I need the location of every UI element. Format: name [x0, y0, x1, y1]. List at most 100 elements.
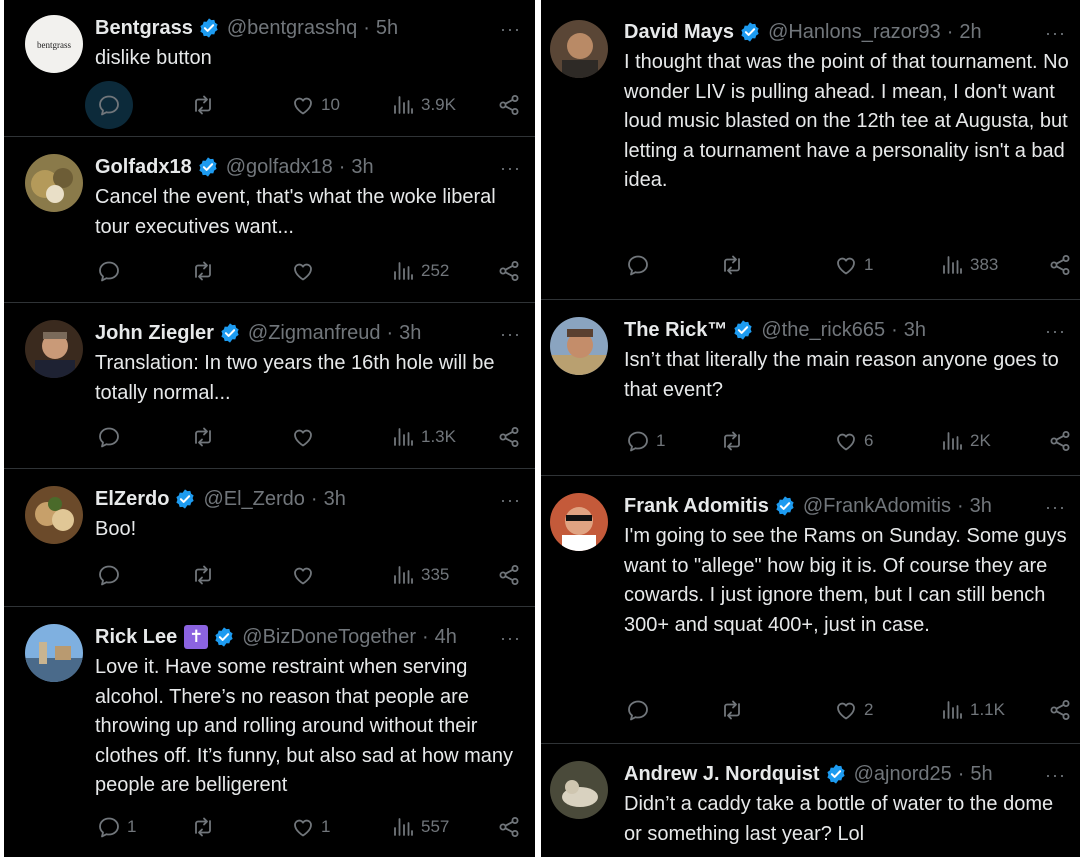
retweet-button[interactable]: [191, 251, 221, 291]
avatar[interactable]: [550, 493, 608, 551]
like-button[interactable]: [291, 417, 321, 457]
reply-button[interactable]: 1: [97, 807, 136, 847]
separator: ·: [946, 21, 954, 43]
reply-button[interactable]: [626, 690, 656, 730]
timestamp[interactable]: 3h: [904, 315, 926, 345]
reply-button[interactable]: 1: [626, 421, 665, 461]
timestamp[interactable]: 4h: [435, 622, 457, 652]
tweet[interactable]: Frank Adomitis @FrankAdomitis · 3h ··· I…: [541, 476, 1080, 744]
avatar[interactable]: [25, 624, 83, 682]
timestamp[interactable]: 3h: [399, 318, 421, 348]
author-name[interactable]: John Ziegler: [95, 318, 214, 348]
share-button[interactable]: [497, 85, 521, 125]
author-handle[interactable]: @bentgrasshq: [227, 13, 357, 43]
author-handle[interactable]: @Zigmanfreud: [248, 318, 381, 348]
author-handle[interactable]: @BizDoneTogether: [242, 622, 416, 652]
avatar[interactable]: [25, 154, 83, 212]
retweet-button[interactable]: [191, 555, 221, 595]
timestamp[interactable]: 5h: [376, 13, 398, 43]
tweet[interactable]: bentgrass Bentgrass @bentgrasshq · 5h ··…: [4, 0, 535, 137]
like-count: 10: [321, 95, 340, 114]
views-button[interactable]: 557: [391, 807, 449, 847]
author-name[interactable]: Rick Lee: [95, 622, 177, 652]
like-button[interactable]: 6: [834, 421, 873, 461]
more-icon[interactable]: ···: [1045, 497, 1066, 518]
timestamp[interactable]: 2h: [959, 17, 981, 47]
action-bar: 1 6 2K: [624, 421, 1072, 461]
share-button[interactable]: [1048, 421, 1072, 461]
like-button[interactable]: 10: [291, 85, 340, 125]
more-icon[interactable]: ···: [500, 628, 521, 649]
like-button[interactable]: 2: [834, 690, 873, 730]
avatar[interactable]: [550, 317, 608, 375]
reply-icon: [97, 563, 121, 587]
tweet[interactable]: ElZerdo @El_Zerdo · 3h ··· Boo! 335: [4, 469, 535, 607]
retweet-button[interactable]: [191, 417, 221, 457]
retweet-button[interactable]: [191, 807, 221, 847]
views-button[interactable]: 1.1K: [940, 690, 1005, 730]
like-button[interactable]: 1: [834, 245, 873, 285]
share-button[interactable]: [497, 417, 521, 457]
avatar[interactable]: bentgrass: [25, 15, 83, 73]
timestamp[interactable]: 3h: [324, 484, 346, 514]
tweet[interactable]: Golfadx18 @golfadx18 · 3h ··· Cancel the…: [4, 137, 535, 303]
views-button[interactable]: 1.3K: [391, 417, 456, 457]
avatar[interactable]: [25, 320, 83, 378]
author-name[interactable]: Bentgrass: [95, 13, 193, 43]
tweet[interactable]: Rick Lee ✝ @BizDoneTogether · 4h ··· Lov…: [4, 607, 535, 857]
views-button[interactable]: 252: [391, 251, 449, 291]
views-button[interactable]: 335: [391, 555, 449, 595]
author-handle[interactable]: @El_Zerdo: [203, 484, 304, 514]
views-button[interactable]: 3.9K: [391, 85, 456, 125]
like-button[interactable]: 1: [291, 807, 330, 847]
more-icon[interactable]: ···: [500, 19, 521, 40]
author-handle[interactable]: @ajnord25: [854, 759, 952, 789]
avatar[interactable]: [550, 20, 608, 78]
more-icon[interactable]: ···: [500, 324, 521, 345]
author-name[interactable]: ElZerdo: [95, 484, 169, 514]
avatar[interactable]: [25, 486, 83, 544]
avatar[interactable]: [550, 761, 608, 819]
author-handle[interactable]: @the_rick665: [761, 315, 885, 345]
views-button[interactable]: 2K: [940, 421, 991, 461]
retweet-button[interactable]: [720, 245, 750, 285]
views-button[interactable]: 383: [940, 245, 998, 285]
author-handle[interactable]: @Hanlons_razor93: [768, 17, 941, 47]
share-button[interactable]: [497, 807, 521, 847]
more-icon[interactable]: ···: [1045, 321, 1066, 342]
author-handle[interactable]: @golfadx18: [226, 152, 333, 182]
reply-button[interactable]: [97, 555, 127, 595]
author-name[interactable]: David Mays: [624, 17, 734, 47]
share-button[interactable]: [1048, 690, 1072, 730]
reply-button[interactable]: [626, 245, 656, 285]
views-count: 335: [421, 565, 450, 584]
reply-button[interactable]: [97, 417, 127, 457]
like-button[interactable]: [291, 555, 321, 595]
timestamp[interactable]: 5h: [970, 759, 992, 789]
tweet[interactable]: Andrew J. Nordquist @ajnord25 · 5h ··· D…: [541, 744, 1080, 857]
tweet[interactable]: David Mays @Hanlons_razor93 · 2h ··· I t…: [541, 0, 1080, 300]
retweet-button[interactable]: [720, 690, 750, 730]
tweet[interactable]: John Ziegler @Zigmanfreud · 3h ··· Trans…: [4, 303, 535, 469]
reply-button[interactable]: [97, 251, 127, 291]
more-icon[interactable]: ···: [1045, 765, 1066, 786]
author-name[interactable]: Golfadx18: [95, 152, 192, 182]
more-icon[interactable]: ···: [500, 158, 521, 179]
share-button[interactable]: [497, 251, 521, 291]
reply-button[interactable]: [85, 81, 133, 129]
separator: ·: [891, 319, 898, 341]
retweet-button[interactable]: [720, 421, 750, 461]
share-button[interactable]: [1048, 245, 1072, 285]
author-name[interactable]: Frank Adomitis: [624, 491, 769, 521]
author-name[interactable]: The Rick™: [624, 315, 727, 345]
timestamp[interactable]: 3h: [351, 152, 373, 182]
retweet-button[interactable]: [191, 85, 221, 125]
author-name[interactable]: Andrew J. Nordquist: [624, 759, 820, 789]
author-handle[interactable]: @FrankAdomitis: [803, 491, 951, 521]
more-icon[interactable]: ···: [1045, 23, 1066, 44]
timestamp[interactable]: 3h: [970, 491, 992, 521]
tweet[interactable]: The Rick™ @the_rick665 · 3h ··· Isn’t th…: [541, 300, 1080, 476]
like-button[interactable]: [291, 251, 321, 291]
share-button[interactable]: [497, 555, 521, 595]
more-icon[interactable]: ···: [500, 490, 521, 511]
